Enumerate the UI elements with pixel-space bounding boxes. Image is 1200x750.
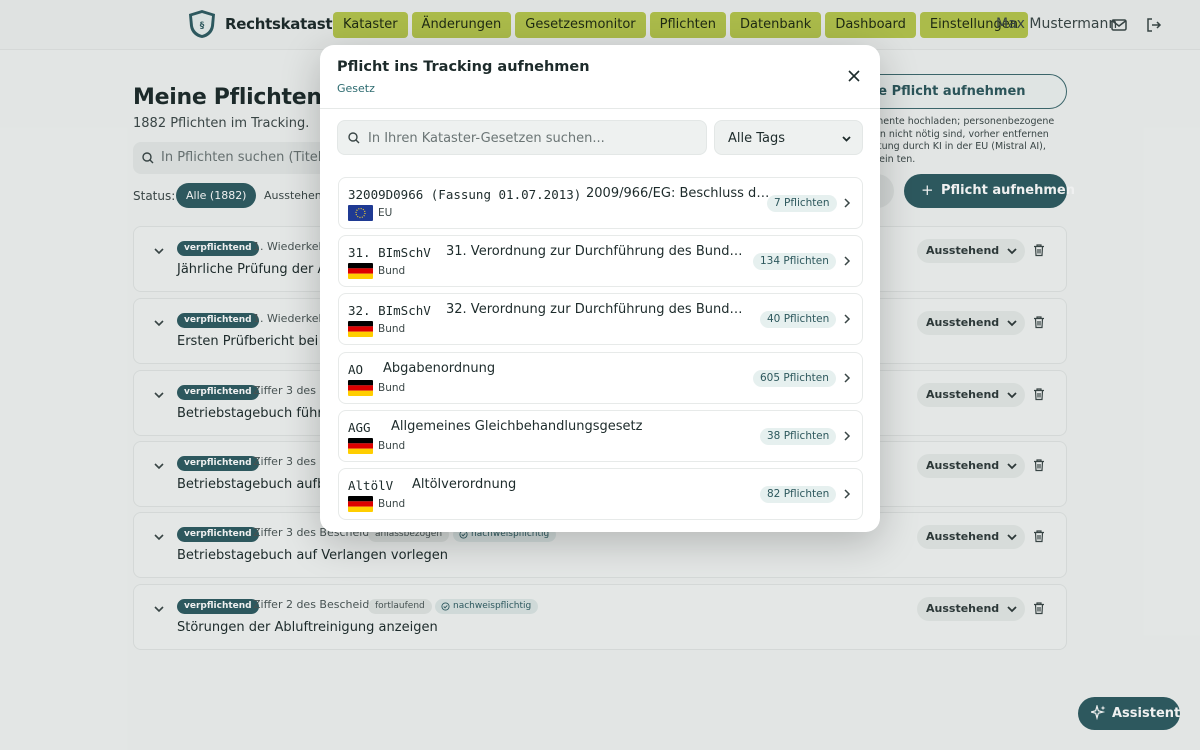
law-name: 31. Verordnung zur Durchführung des Bund… <box>446 244 746 259</box>
search-icon <box>348 132 360 144</box>
law-jurisdiction: Bund <box>378 265 406 277</box>
law-jurisdiction: Bund <box>378 498 406 510</box>
law-item[interactable]: 32. BImSchV 32. Verordnung zur Durchführ… <box>338 293 863 345</box>
chevron-right-icon <box>844 256 851 266</box>
tag-filter-select[interactable]: Alle Tags <box>714 120 863 155</box>
close-icon[interactable] <box>847 69 861 83</box>
law-jurisdiction: Bund <box>378 323 406 335</box>
law-search-placeholder: In Ihren Kataster-Gesetzen suchen... <box>368 131 605 146</box>
law-abbreviation: 32. BImSchV <box>348 303 431 318</box>
law-item[interactable]: AO Abgabenordnung Bund 605 Pflichten <box>338 352 863 404</box>
law-name: 2009/966/EG: Beschluss der Kommission <box>586 186 772 201</box>
law-item[interactable]: 32009D0966 (Fassung 01.07.2013) 2009/966… <box>338 177 863 229</box>
law-item[interactable]: AltölV Altölverordnung Bund 82 Pflichten <box>338 468 863 520</box>
law-name: Abgabenordnung <box>383 361 496 376</box>
law-jurisdiction: EU <box>378 207 393 219</box>
law-jurisdiction: Bund <box>378 440 406 452</box>
chevron-right-icon <box>844 314 851 324</box>
chevron-right-icon <box>844 489 851 499</box>
modal-divider <box>320 108 880 109</box>
law-jurisdiction: Bund <box>378 382 406 394</box>
modal-subtitle: Gesetz <box>337 82 375 95</box>
chevron-right-icon <box>844 198 851 208</box>
law-abbreviation: AltölV <box>348 478 394 493</box>
law-name: 32. Verordnung zur Durchführung des Bund… <box>446 302 746 317</box>
eu-flag-icon <box>348 205 373 221</box>
law-item[interactable]: 31. BImSchV 31. Verordnung zur Durchführ… <box>338 235 863 287</box>
modal-title: Pflicht ins Tracking aufnehmen <box>337 59 590 75</box>
de-flag-icon <box>348 380 373 396</box>
chevron-down-icon <box>842 136 851 142</box>
law-abbreviation: 32009D0966 (Fassung 01.07.2013) <box>348 187 582 202</box>
de-flag-icon <box>348 321 373 337</box>
law-pflichten-count: 7 Pflichten <box>767 195 837 212</box>
de-flag-icon <box>348 496 373 512</box>
chevron-right-icon <box>844 431 851 441</box>
chevron-right-icon <box>844 373 851 383</box>
law-name: Altölverordnung <box>412 477 517 492</box>
law-pflichten-count: 605 Pflichten <box>753 370 836 387</box>
law-item[interactable]: AGG Allgemeines Gleichbehandlungsgesetz … <box>338 410 863 462</box>
de-flag-icon <box>348 263 373 279</box>
law-search-input[interactable]: In Ihren Kataster-Gesetzen suchen... <box>337 120 707 155</box>
de-flag-icon <box>348 438 373 454</box>
tag-filter-value: Alle Tags <box>728 131 786 146</box>
add-pflicht-modal: Pflicht ins Tracking aufnehmen Gesetz In… <box>320 45 880 532</box>
law-abbreviation: 31. BImSchV <box>348 245 431 260</box>
law-abbreviation: AGG <box>348 420 371 435</box>
law-pflichten-count: 38 Pflichten <box>760 428 837 445</box>
law-name: Allgemeines Gleichbehandlungsgesetz <box>391 419 643 434</box>
law-pflichten-count: 40 Pflichten <box>760 311 837 328</box>
law-abbreviation: AO <box>348 362 364 377</box>
law-pflichten-count: 82 Pflichten <box>760 486 837 503</box>
law-pflichten-count: 134 Pflichten <box>753 253 836 270</box>
